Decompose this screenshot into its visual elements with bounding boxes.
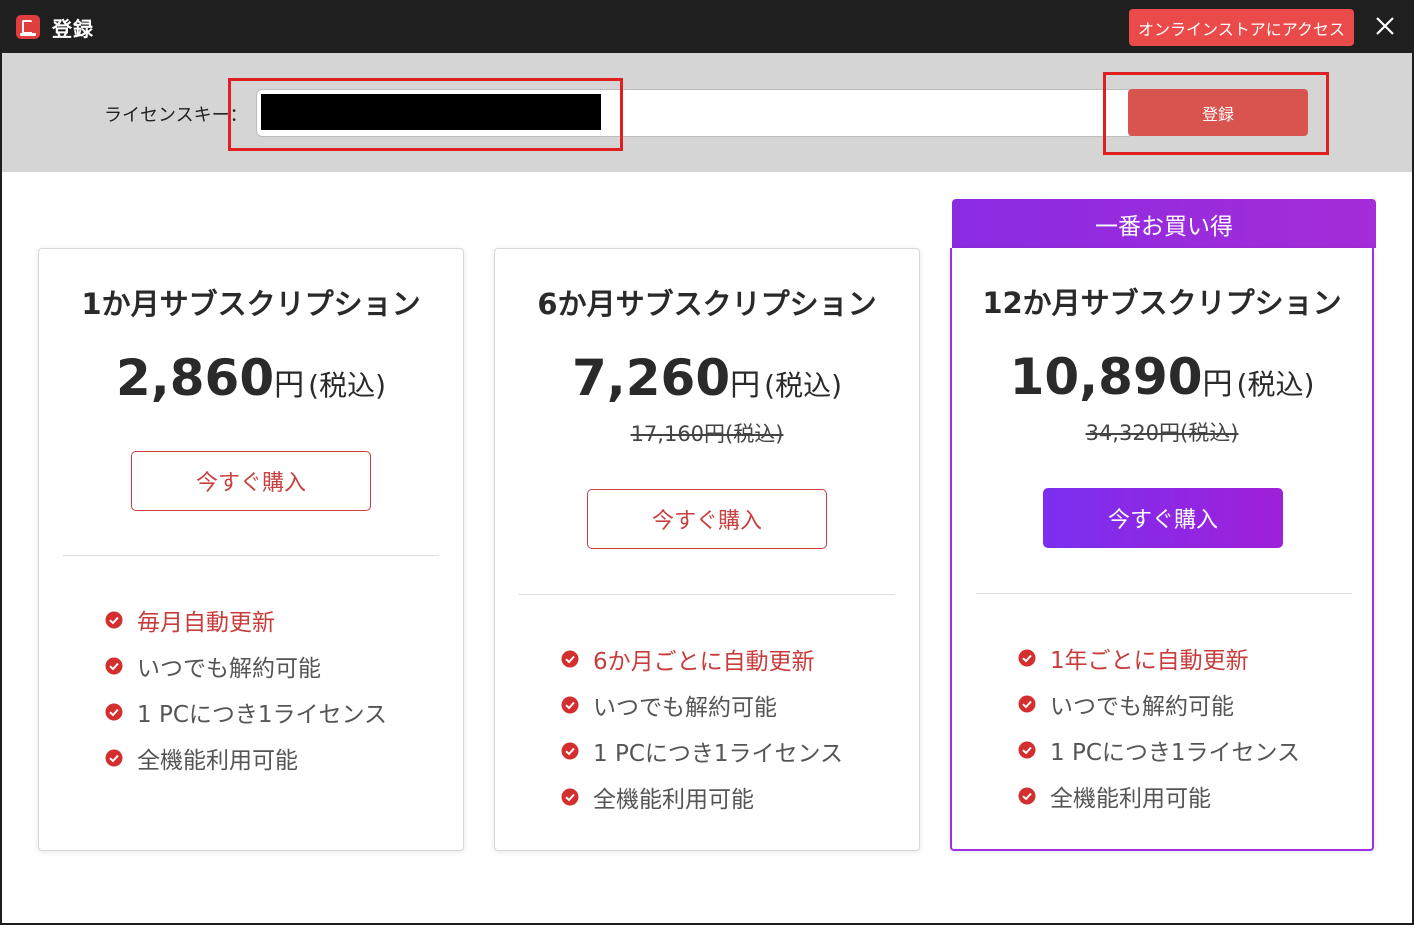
price-tax-note: (税込)	[308, 369, 386, 402]
online-store-button[interactable]: オンラインストアにアクセス	[1129, 9, 1354, 46]
title-bar: 登録 オンラインストアにアクセス	[2, 0, 1412, 53]
window-title: 登録	[52, 17, 94, 41]
price-unit: 円	[1202, 367, 1233, 402]
feature-list: 1年ごとに自動更新 いつでも解約可能 1 PCにつき1ライセンス 全機能利用可能	[1018, 635, 1300, 819]
check-circle-icon	[105, 749, 123, 767]
plan-title: 1か月サブスクリプション	[81, 287, 421, 321]
card-divider	[519, 594, 895, 595]
registration-window: 登録 オンラインストアにアクセス ライセンスキー： 登録 1か月サブスクリプショ…	[2, 0, 1412, 923]
original-price: 17,160円(税込)	[630, 422, 784, 446]
check-circle-icon	[561, 650, 579, 668]
check-circle-icon	[105, 657, 123, 675]
check-circle-icon	[1018, 741, 1036, 759]
plan-title: 12か月サブスクリプション	[982, 286, 1342, 320]
check-circle-icon	[1018, 649, 1036, 667]
feature-item: 6か月ごとに自動更新	[561, 636, 843, 682]
feature-list: 毎月自動更新 いつでも解約可能 1 PCにつき1ライセンス 全機能利用可能	[105, 597, 387, 781]
price-amount: 7,260	[571, 349, 731, 407]
app-logo-icon	[16, 15, 40, 39]
check-circle-icon	[561, 788, 579, 806]
check-circle-icon	[1018, 787, 1036, 805]
close-icon[interactable]	[1373, 14, 1397, 38]
feature-list: 6か月ごとに自動更新 いつでも解約可能 1 PCにつき1ライセンス 全機能利用可…	[561, 636, 843, 820]
buy-now-button[interactable]: 今すぐ購入	[131, 451, 371, 511]
check-circle-icon	[561, 696, 579, 714]
feature-item: いつでも解約可能	[1018, 681, 1300, 727]
feature-item: 毎月自動更新	[105, 597, 387, 643]
plan-price: 10,890円 (税込)	[952, 348, 1372, 406]
highlight-box-register	[1103, 72, 1329, 155]
feature-item: いつでも解約可能	[561, 682, 843, 728]
plan-card-12-month: 12か月サブスクリプション 10,890円 (税込) 34,320円(税込) 今す…	[950, 248, 1374, 851]
price-tax-note: (税込)	[1236, 368, 1315, 401]
plan-card-1-month: 1か月サブスクリプション 2,860円 (税込) 今すぐ購入 毎月自動更新 いつで…	[38, 248, 464, 851]
price-amount: 10,890	[1009, 348, 1203, 406]
price-unit: 円	[730, 368, 761, 403]
price-amount: 2,860	[115, 349, 275, 407]
feature-item: 全機能利用可能	[105, 735, 387, 781]
check-circle-icon	[1018, 695, 1036, 713]
license-key-label: ライセンスキー：	[104, 105, 248, 126]
license-key-bar: ライセンスキー： 登録	[2, 53, 1412, 172]
highlight-box-key	[228, 78, 623, 151]
plan-price: 2,860円 (税込)	[39, 349, 463, 407]
feature-item: いつでも解約可能	[105, 643, 387, 689]
feature-item: 1 PCにつき1ライセンス	[561, 728, 843, 774]
buy-now-button[interactable]: 今すぐ購入	[587, 489, 827, 549]
original-price: 34,320円(税込)	[1085, 421, 1239, 445]
check-circle-icon	[561, 742, 579, 760]
plan-price: 7,260円 (税込)	[495, 349, 919, 407]
card-divider	[63, 555, 439, 556]
best-value-badge: 一番お買い得	[952, 199, 1376, 248]
feature-item: 全機能利用可能	[561, 774, 843, 820]
feature-item: 全機能利用可能	[1018, 773, 1300, 819]
feature-item: 1 PCにつき1ライセンス	[105, 689, 387, 735]
price-unit: 円	[274, 368, 305, 403]
check-circle-icon	[105, 703, 123, 721]
card-divider	[976, 593, 1352, 594]
price-tax-note: (税込)	[764, 369, 842, 402]
plan-card-6-month: 6か月サブスクリプション 7,260円 (税込) 17,160円(税込) 今すぐ購…	[494, 248, 920, 851]
buy-now-button[interactable]: 今すぐ購入	[1043, 488, 1283, 548]
check-circle-icon	[105, 611, 123, 629]
feature-item: 1 PCにつき1ライセンス	[1018, 727, 1300, 773]
plan-title: 6か月サブスクリプション	[537, 287, 877, 321]
feature-item: 1年ごとに自動更新	[1018, 635, 1300, 681]
